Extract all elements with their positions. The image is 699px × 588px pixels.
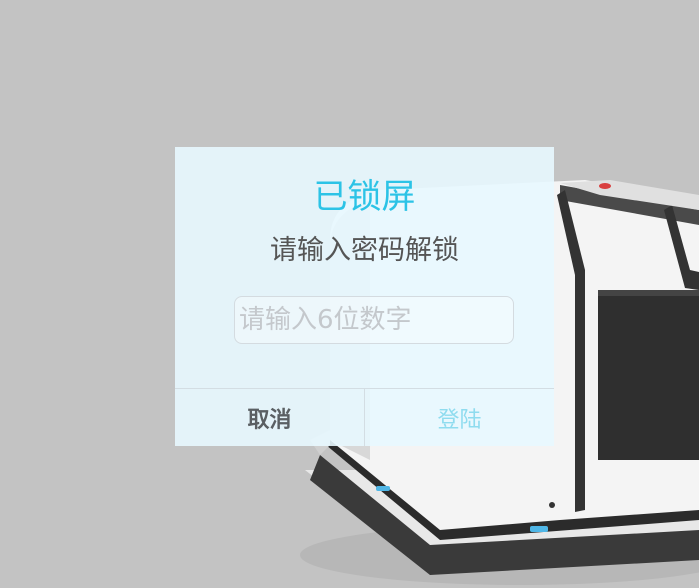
- lock-dialog: 已锁屏 请输入密码解锁 取消 登陆: [175, 147, 554, 446]
- dialog-title: 已锁屏: [313, 177, 416, 217]
- dialog-button-row: 取消 登陆: [175, 388, 554, 446]
- login-button[interactable]: 登陆: [365, 389, 554, 446]
- lock-screen: 已锁屏 请输入密码解锁 取消 登陆: [0, 0, 699, 588]
- dialog-subtitle: 请输入密码解锁: [270, 235, 459, 266]
- pin-input[interactable]: [234, 296, 514, 344]
- cancel-button[interactable]: 取消: [175, 389, 365, 446]
